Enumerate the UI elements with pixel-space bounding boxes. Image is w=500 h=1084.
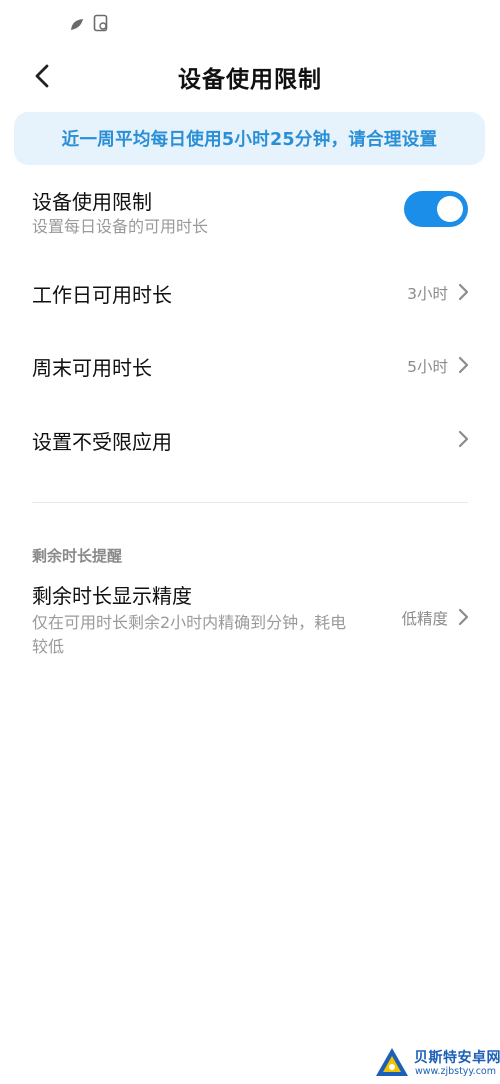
toggle-knob (437, 196, 463, 222)
device-limit-toggle[interactable] (404, 191, 468, 227)
weekday-duration-value: 3小时 (407, 285, 448, 303)
weekend-duration-title: 周末可用时长 (32, 356, 152, 380)
file-icon (93, 14, 108, 32)
precision-value: 低精度 (401, 610, 448, 628)
watermark-name: 贝斯特安卓网 (414, 1050, 500, 1066)
watermark-logo-icon (376, 1048, 408, 1076)
device-limit-subtitle: 设置每日设备的可用时长 (32, 217, 209, 236)
weekend-duration-row[interactable]: 周末可用时长 5小时 (0, 341, 500, 389)
screen: 设备使用限制 近一周平均每日使用5小时25分钟，请合理设置 设备使用限制 设置每… (0, 0, 500, 1084)
watermark-url: www.zjbstyy.com (415, 1066, 496, 1077)
unrestricted-apps-title: 设置不受限应用 (32, 430, 172, 454)
device-limit-title: 设备使用限制 (32, 190, 152, 214)
divider (32, 502, 468, 503)
usage-banner: 近一周平均每日使用5小时25分钟，请合理设置 (14, 112, 485, 165)
chevron-right-icon (458, 608, 469, 626)
status-bar (0, 0, 500, 44)
chevron-right-icon (458, 430, 469, 448)
weekday-duration-title: 工作日可用时长 (32, 283, 172, 307)
usage-banner-text: 近一周平均每日使用5小时25分钟，请合理设置 (61, 130, 438, 150)
page-title: 设备使用限制 (178, 67, 322, 93)
header: 设备使用限制 (0, 50, 500, 102)
watermark: 贝斯特安卓网 www.zjbstyy.com (368, 1044, 500, 1084)
chevron-right-icon (458, 356, 469, 374)
weekday-duration-row[interactable]: 工作日可用时长 3小时 (0, 268, 500, 316)
weekend-duration-value: 5小时 (407, 358, 448, 376)
chevron-right-icon (458, 283, 469, 301)
precision-row[interactable]: 剩余时长显示精度 仅在可用时长剩余2小时内精确到分钟，耗电 较低 低精度 (0, 578, 500, 658)
notification-icon (71, 19, 83, 30)
section-header-reminder: 剩余时长提醒 (32, 547, 123, 565)
unrestricted-apps-row[interactable]: 设置不受限应用 (0, 415, 500, 463)
precision-title: 剩余时长显示精度 (32, 584, 192, 608)
precision-desc-line2: 较低 (32, 637, 65, 656)
precision-desc-line1: 仅在可用时长剩余2小时内精确到分钟，耗电 (32, 613, 347, 632)
